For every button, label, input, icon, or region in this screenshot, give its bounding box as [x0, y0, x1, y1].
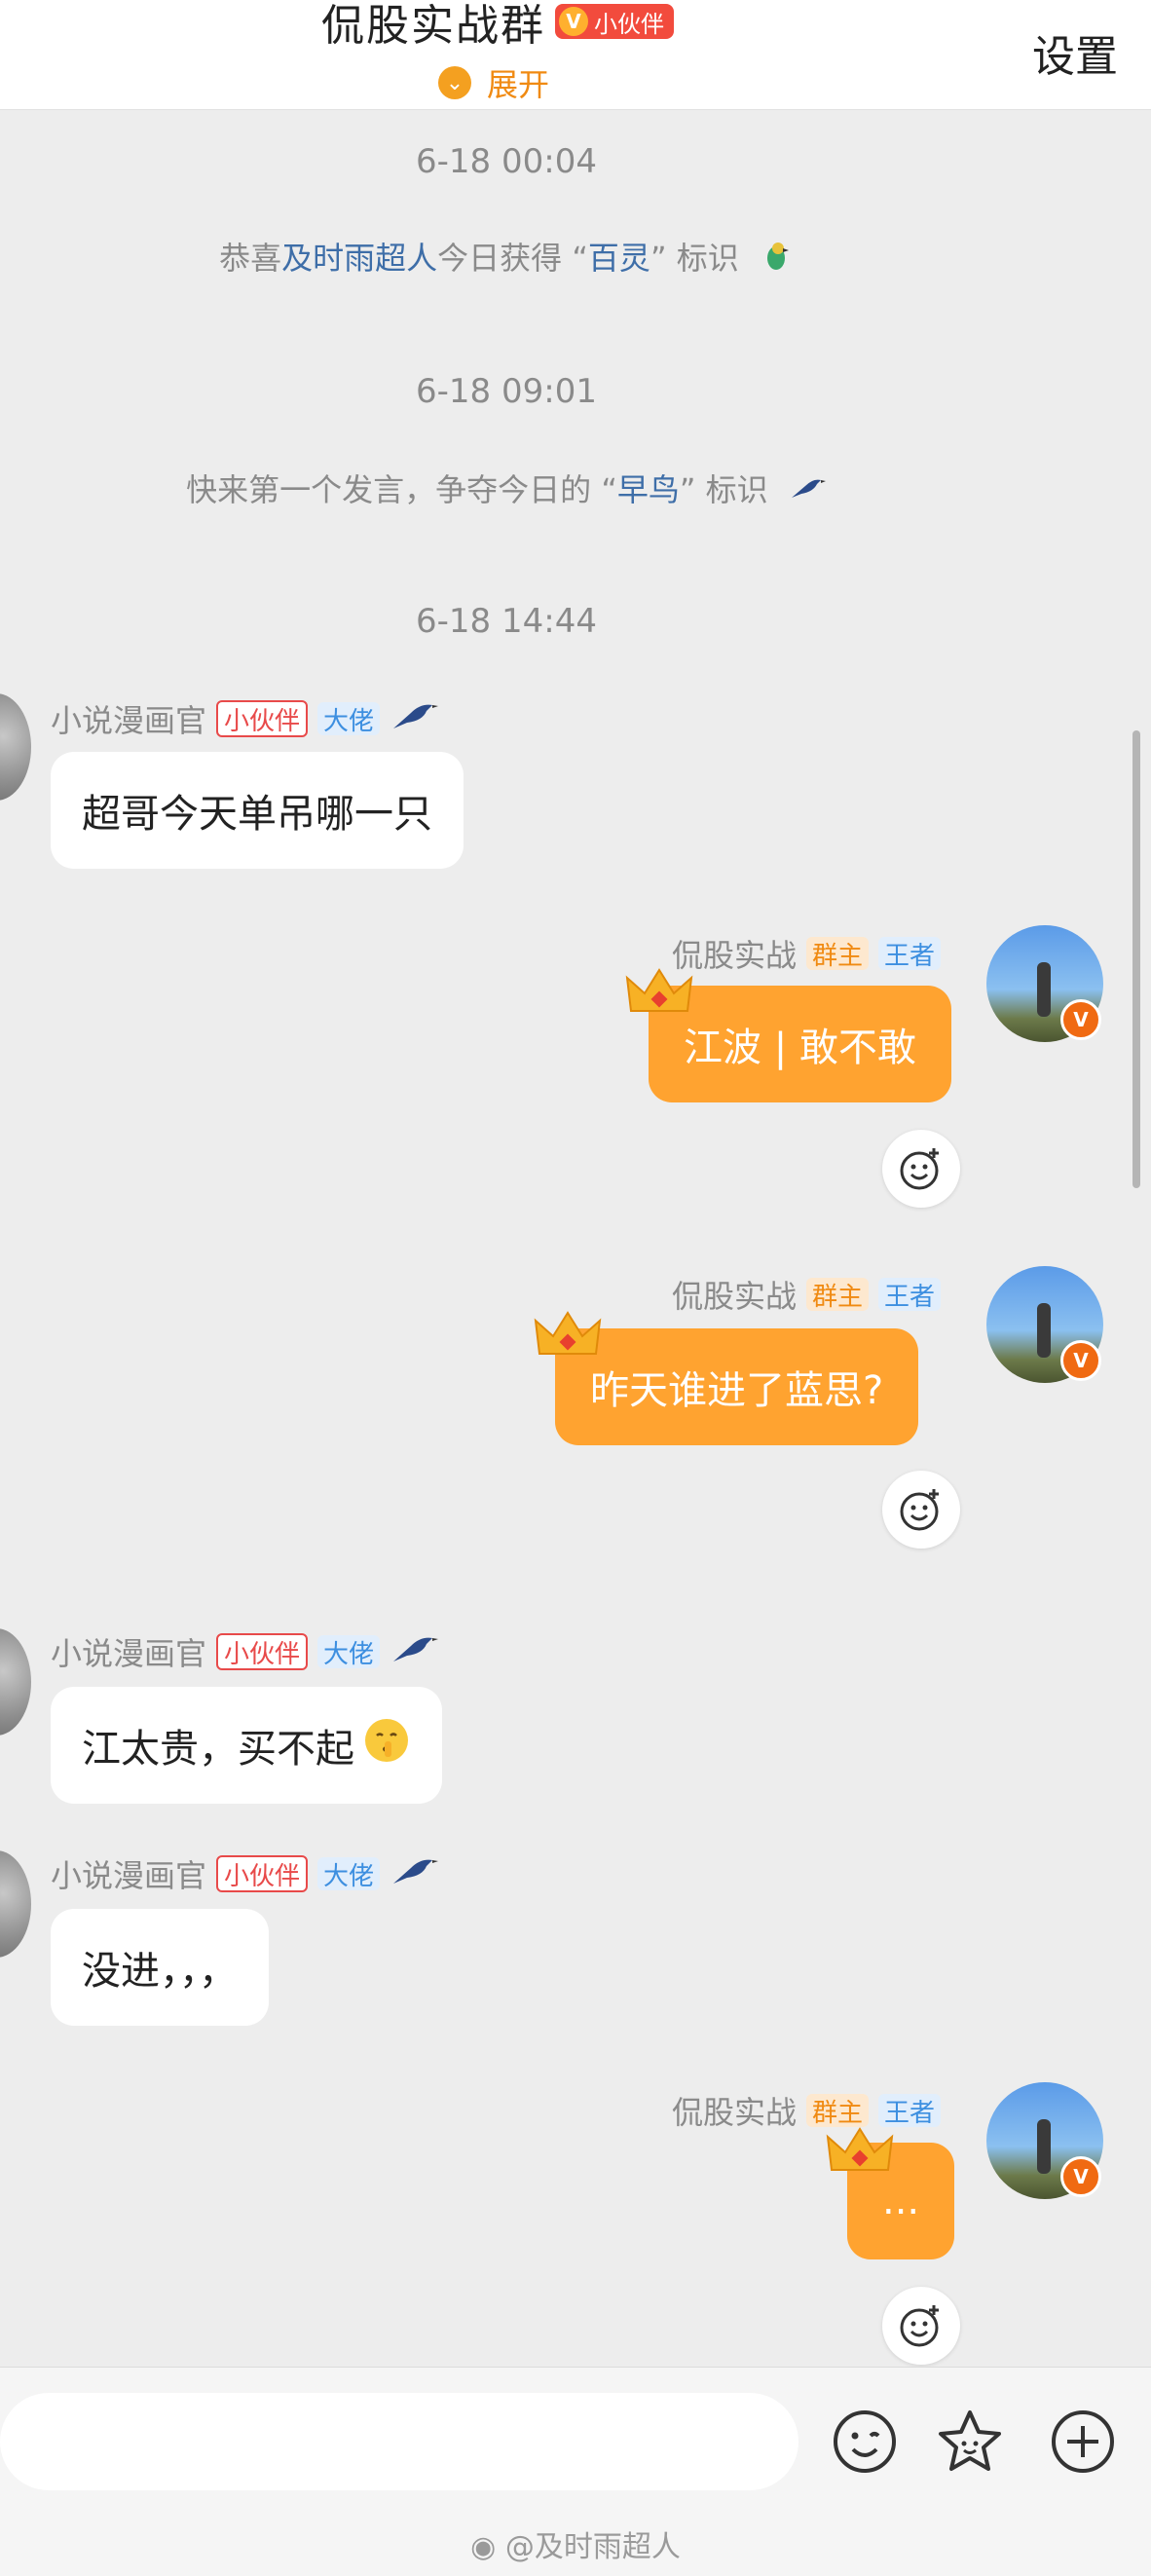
sys-text: 今日获得 “: [437, 240, 588, 277]
sender-name-row: 小说漫画官 小伙伴 大佬: [51, 695, 440, 742]
add-emoji-icon: [900, 2305, 939, 2347]
emoji-button[interactable]: [826, 2403, 904, 2481]
v-badge-icon: V: [559, 7, 588, 36]
avatar-figure: [1037, 962, 1051, 1017]
add-reaction-button[interactable]: [882, 1130, 960, 1208]
partner-tag: 小伙伴: [216, 1633, 309, 1670]
sender-name: 小说漫画官: [51, 1635, 207, 1672]
sys-text: ” 标识: [679, 471, 768, 508]
system-message: 快来第一个发言，争夺今日的 “早鸟” 标识: [0, 466, 1013, 511]
verified-icon: V: [1060, 999, 1101, 1040]
king-tag: 王者: [878, 1278, 942, 1312]
sys-text: 恭喜: [219, 240, 282, 277]
sender-name-row: 小说漫画官 小伙伴 大佬: [51, 1850, 440, 1897]
owner-tag: 群主: [806, 1278, 870, 1312]
star-sticker-icon: [939, 2410, 1001, 2471]
sticker-button[interactable]: [931, 2403, 1009, 2481]
boss-tag: 大佬: [317, 1635, 381, 1669]
message-text: 江太贵，买不起: [82, 1727, 354, 1772]
sys-badge-name: 百灵: [587, 240, 650, 277]
crown-icon: [534, 1311, 602, 1355]
sender-name: 侃股实战: [672, 2094, 798, 2131]
expand-label: 展开: [487, 66, 550, 103]
sys-text: 快来第一个发言，争夺今日的 “: [186, 471, 617, 508]
more-button[interactable]: [1044, 2403, 1122, 2481]
sender-name-row: 小说漫画官 小伙伴 大佬: [51, 1628, 440, 1675]
add-emoji-icon: [900, 1148, 939, 1190]
bird-icon: [390, 1850, 440, 1897]
timestamp: 6-18 09:01: [416, 372, 597, 411]
partner-tag: 小伙伴: [216, 1855, 309, 1892]
sender-name: 小说漫画官: [51, 702, 207, 739]
timestamp: 6-18 00:04: [416, 142, 597, 181]
group-title[interactable]: 侃股实战群 V 小伙伴: [321, 0, 674, 51]
bird-icon: [390, 695, 440, 742]
sys-text: ” 标识: [650, 240, 739, 277]
scrollbar[interactable]: [1132, 730, 1140, 1188]
message-bubble[interactable]: 没进，，，: [51, 1909, 269, 2026]
partner-tag: 小伙伴: [216, 700, 309, 737]
message-input[interactable]: [0, 2393, 798, 2490]
crown-icon: [625, 968, 693, 1012]
sender-name-row: 侃股实战 群主 王者: [672, 1272, 942, 1317]
message-bubble[interactable]: 昨天谁进了蓝思?: [555, 1328, 919, 1445]
chat-header: 侃股实战群 V 小伙伴 ⌄ 展开 设置: [0, 0, 1151, 110]
weibo-watermark: ◉ @及时雨超人: [0, 2522, 1151, 2565]
bird-icon: [390, 1628, 440, 1675]
owner-avatar[interactable]: V: [986, 1266, 1103, 1383]
sender-name: 小说漫画官: [51, 1857, 207, 1894]
expand-button[interactable]: ⌄ 展开: [438, 60, 549, 105]
chevron-down-icon: ⌄: [438, 66, 471, 99]
bird-icon: [788, 472, 827, 511]
avatar-figure: [1037, 1303, 1051, 1358]
partner-badge-label: 小伙伴: [594, 10, 664, 38]
message-bubble[interactable]: 超哥今天单吊哪一只: [51, 752, 464, 869]
weibo-logo-icon: ◉: [470, 2530, 497, 2564]
boss-tag: 大佬: [317, 1857, 381, 1891]
plus-icon: [1052, 2410, 1114, 2473]
verified-icon: V: [1060, 1340, 1101, 1381]
shush-emoji-icon: [362, 1716, 411, 1774]
timestamp: 6-18 14:44: [416, 602, 597, 641]
message-bubble[interactable]: 江太贵，买不起: [51, 1687, 442, 1804]
owner-tag: 群主: [806, 2094, 870, 2128]
parrot-icon: [759, 239, 794, 281]
add-reaction-button[interactable]: [882, 1471, 960, 1549]
king-tag: 王者: [878, 937, 942, 971]
crown-icon: [826, 2127, 894, 2171]
owner-avatar[interactable]: V: [986, 925, 1103, 1042]
verified-icon: V: [1060, 2156, 1101, 2197]
sys-badge-name: 早鸟: [616, 471, 680, 508]
sender-name-row: 侃股实战 群主 王者: [672, 2088, 942, 2133]
partner-badge: V 小伙伴: [555, 4, 674, 39]
sender-name: 侃股实战: [672, 1278, 798, 1315]
settings-button[interactable]: 设置: [1032, 21, 1118, 84]
watermark-text: @及时雨超人: [504, 2530, 681, 2564]
add-emoji-icon: [900, 1489, 939, 1531]
add-reaction-button[interactable]: [882, 2287, 960, 2365]
owner-avatar[interactable]: V: [986, 2082, 1103, 2199]
member-avatar[interactable]: [0, 1850, 31, 1958]
boss-tag: 大佬: [317, 702, 381, 736]
system-message: 恭喜及时雨超人今日获得 “百灵” 标识: [0, 234, 1013, 281]
sender-name-row: 侃股实战 群主 王者: [672, 931, 942, 976]
king-tag: 王者: [878, 2094, 942, 2128]
owner-tag: 群主: [806, 937, 870, 971]
member-avatar[interactable]: [0, 693, 31, 801]
message-bubble[interactable]: 江波 | 敢不敢: [649, 986, 951, 1102]
sys-user-link[interactable]: 及时雨超人: [281, 240, 437, 277]
member-avatar[interactable]: [0, 1628, 31, 1736]
group-name: 侃股实战群: [321, 1, 545, 51]
avatar-figure: [1037, 2119, 1051, 2174]
smiley-icon: [834, 2410, 896, 2473]
